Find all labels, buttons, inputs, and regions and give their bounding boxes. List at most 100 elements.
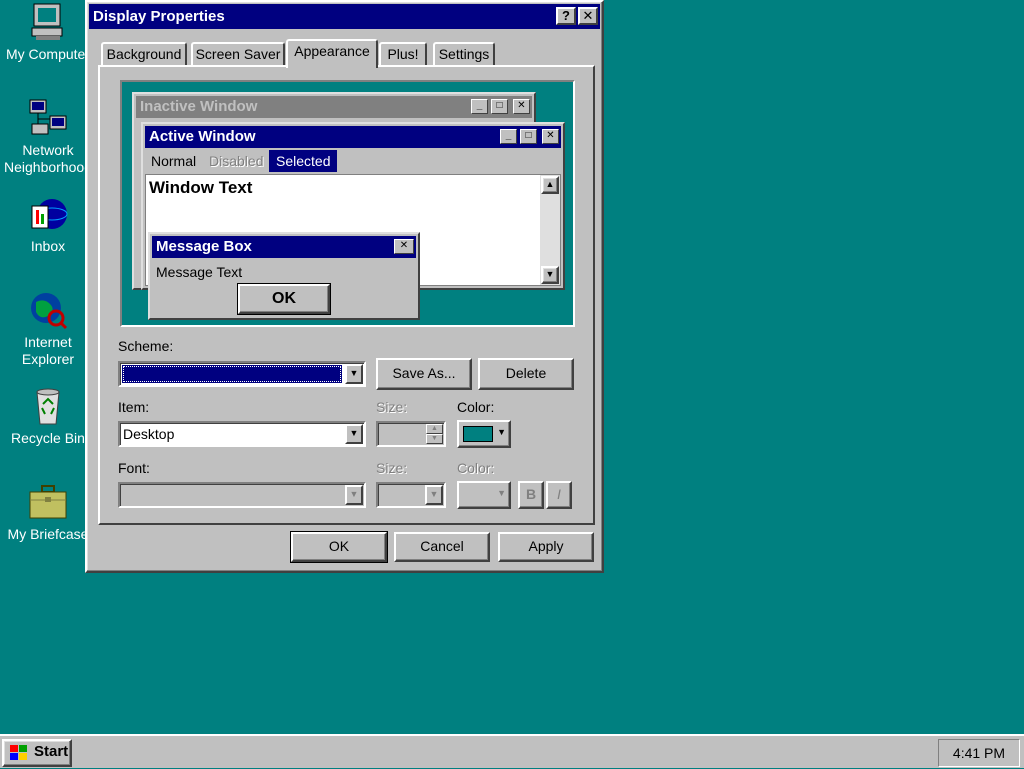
font-color-picker: ▼ <box>457 481 511 509</box>
tab-screen-saver[interactable]: Screen Saver <box>191 42 285 66</box>
menu-selected: Selected <box>269 150 338 172</box>
recycle-bin-icon <box>28 386 68 426</box>
active-window-title-bar: Active Window _ □ ✕ <box>145 126 561 148</box>
spin-down-icon: ▼ <box>426 434 443 444</box>
help-button[interactable]: ? <box>556 7 576 25</box>
start-button[interactable]: Start <box>2 739 72 767</box>
cancel-label: Cancel <box>420 538 464 554</box>
ok-label: OK <box>328 538 350 554</box>
clock-time: 4:41 PM <box>952 745 1006 761</box>
desktop-icon-my-briefcase[interactable]: My Briefcase <box>0 482 96 543</box>
close-icon: ✕ <box>394 239 414 254</box>
window-text: Window Text <box>149 178 253 197</box>
start-label: Start <box>34 743 69 760</box>
scheme-label: Scheme: <box>118 338 174 354</box>
font-color-label: Color: <box>457 460 495 476</box>
active-window-title: Active Window <box>149 128 256 145</box>
message-box-title: Message Box <box>156 238 252 255</box>
help-icon: ? <box>562 8 570 23</box>
display-properties-dialog: Display Properties ? ✕ Background Screen… <box>85 0 604 573</box>
message-text: Message Text <box>156 264 243 280</box>
desktop-icon-inbox[interactable]: Inbox <box>0 194 96 255</box>
inbox-icon <box>28 194 68 234</box>
cancel-button[interactable]: Cancel <box>394 532 490 562</box>
font-size-select: ▼ <box>376 482 446 508</box>
font-label: Font: <box>118 460 150 476</box>
tab-plus[interactable]: Plus! <box>379 42 427 66</box>
inactive-window-title: Inactive Window <box>140 98 258 115</box>
tab-label: Screen Saver <box>195 46 281 62</box>
minimize-icon: _ <box>471 99 488 114</box>
close-icon: ✕ <box>513 99 530 114</box>
desktop-icon-label-line1: Internet <box>24 334 72 350</box>
dialog-title-bar[interactable]: Display Properties ? ✕ <box>89 4 600 29</box>
spin-up-icon: ▲ <box>426 424 443 434</box>
preview-ok-button: OK <box>237 283 331 315</box>
dialog-title: Display Properties <box>93 8 225 25</box>
close-button[interactable]: ✕ <box>578 7 598 25</box>
scheme-select[interactable]: ▼ <box>118 361 366 387</box>
item-label: Item: <box>118 399 150 415</box>
desktop-icon-label: Inbox <box>30 238 66 254</box>
internet-explorer-icon <box>28 290 68 330</box>
font-size-label: Size: <box>376 460 408 476</box>
desktop-icon-my-computer[interactable]: My Computer <box>0 2 96 63</box>
italic-icon: I <box>557 486 561 502</box>
message-box-title-bar: Message Box ✕ <box>152 236 416 258</box>
tab-settings[interactable]: Settings <box>433 42 495 66</box>
ok-button[interactable]: OK <box>290 531 388 563</box>
taskbar: Start 4:41 PM <box>0 734 1024 768</box>
delete-label: Delete <box>505 365 547 381</box>
save-as-button[interactable]: Save As... <box>376 358 472 390</box>
desktop-icon-label: Recycle Bin <box>11 430 85 446</box>
chevron-down-icon[interactable]: ▼ <box>345 364 363 384</box>
item-size-spinner: ▲ ▼ <box>376 421 446 447</box>
menu-normal: Normal <box>151 153 197 169</box>
bold-icon: B <box>525 486 537 502</box>
scroll-up-icon: ▲ <box>541 176 559 194</box>
desktop-icon-label-line1: Network <box>22 142 74 158</box>
tab-label: Settings <box>438 46 490 62</box>
close-icon: ✕ <box>582 8 594 23</box>
desktop-icon-label: My Briefcase <box>7 526 89 542</box>
tab-appearance[interactable]: Appearance <box>286 39 378 68</box>
italic-button: I <box>546 481 572 509</box>
desktop-icon-internet-explorer[interactable]: Internet Explorer <box>0 290 96 368</box>
chevron-down-icon: ▼ <box>497 488 506 498</box>
bold-button: B <box>518 481 544 509</box>
preview-message-box: Message Box ✕ Message Text OK <box>148 232 420 320</box>
tab-label: Background <box>106 46 182 62</box>
chevron-down-icon: ▼ <box>425 485 443 505</box>
maximize-icon: □ <box>520 129 537 144</box>
windows-logo-icon <box>8 744 30 762</box>
save-as-label: Save As... <box>392 365 456 381</box>
item-color-label: Color: <box>457 399 495 415</box>
apply-label: Apply <box>528 538 564 554</box>
computer-icon <box>28 2 68 42</box>
tab-background[interactable]: Background <box>101 42 187 66</box>
chevron-down-icon: ▼ <box>497 427 506 437</box>
desktop-icon-network-neighborhood[interactable]: Network Neighborhood <box>0 98 96 176</box>
item-color-picker[interactable]: ▼ <box>457 420 511 448</box>
item-select[interactable]: Desktop ▼ <box>118 421 366 447</box>
maximize-icon: □ <box>491 99 508 114</box>
system-tray-clock[interactable]: 4:41 PM <box>938 739 1020 767</box>
menu-disabled: Disabled <box>209 153 264 169</box>
delete-button[interactable]: Delete <box>478 358 574 390</box>
scroll-down-icon: ▼ <box>541 266 559 284</box>
desktop-icon-label-line2: Neighborhood <box>4 159 92 175</box>
appearance-panel: Inactive Window _ □ ✕ Active Window _ □ … <box>98 65 595 525</box>
appearance-preview[interactable]: Inactive Window _ □ ✕ Active Window _ □ … <box>120 80 575 327</box>
item-size-label: Size: <box>376 399 408 415</box>
desktop-icon-recycle-bin[interactable]: Recycle Bin <box>0 386 96 447</box>
tab-label: Appearance <box>294 43 370 59</box>
close-icon: ✕ <box>542 129 559 144</box>
apply-button[interactable]: Apply <box>498 532 594 562</box>
preview-scrollbar: ▲ ▼ <box>540 175 560 285</box>
item-color-swatch <box>463 426 493 442</box>
inactive-window-title-bar: Inactive Window _ □ ✕ <box>136 96 532 118</box>
preview-menu-bar: Normal Disabled Selected <box>145 150 561 172</box>
chevron-down-icon[interactable]: ▼ <box>345 424 363 444</box>
tab-label: Plus! <box>387 46 419 62</box>
font-select: ▼ <box>118 482 366 508</box>
